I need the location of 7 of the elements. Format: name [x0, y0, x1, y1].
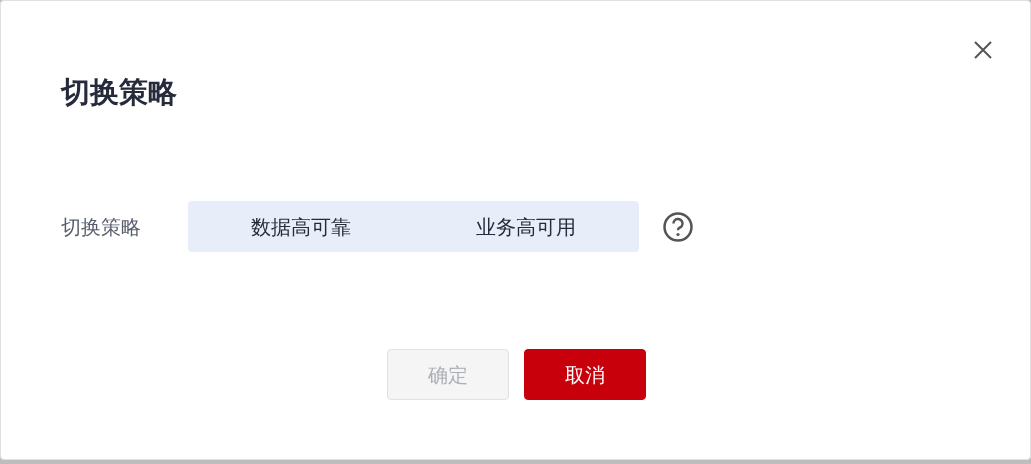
field-label: 切换策略: [61, 213, 142, 241]
segment-option[interactable]: 数据高可靠: [188, 201, 414, 252]
cancel-button[interactable]: 取消: [524, 349, 646, 400]
close-icon[interactable]: [973, 40, 993, 60]
segment-option[interactable]: 业务高可用: [413, 201, 639, 252]
dialog-title: 切换策略: [61, 74, 177, 111]
help-icon[interactable]: [662, 210, 694, 243]
